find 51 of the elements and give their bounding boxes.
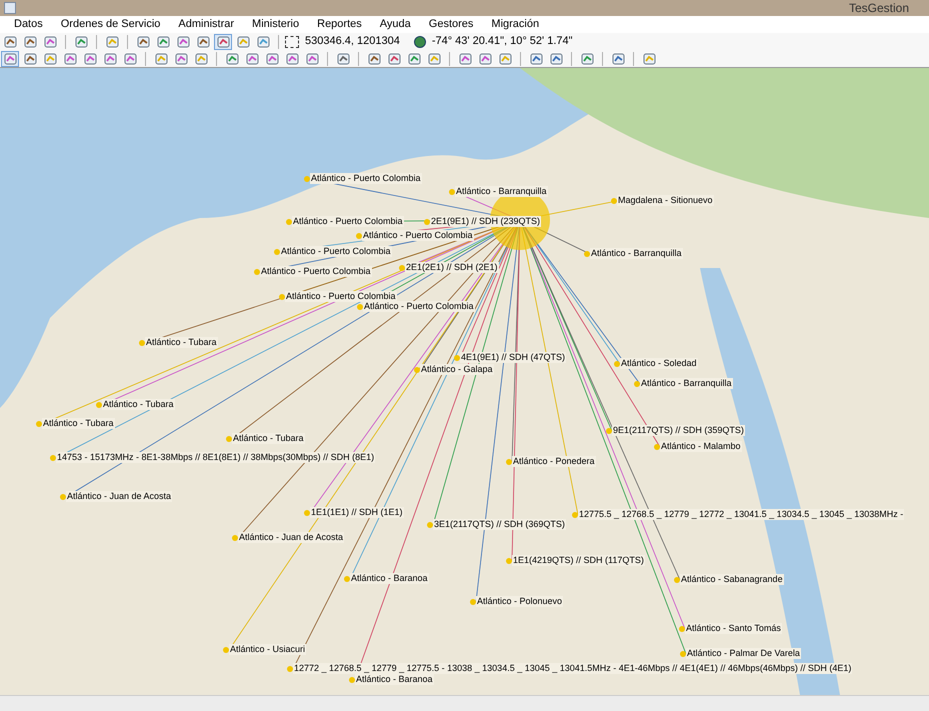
map-label: 12772 _ 12768.5 _ 12779 _ 12775.5 - 13038 _ 13034.5 _ 13045 _ 13041.5MHz - 4E1-46Mbps // 4E1(4E1) // 46Mbps(46Mbps) // SDH (4E1) (293, 663, 852, 674)
menu-item[interactable]: Ayuda (380, 16, 411, 33)
map-label: 2E1(2E1) // SDH (2E1) (405, 262, 499, 273)
map-label: 12775.5 _ 12768.5 _ 12779 _ 12772 _ 13041.5 _ 13034.5 _ 13045 _ 13038MHz - (578, 509, 904, 520)
map-label: Atlántico - Sabanagrande (680, 574, 784, 585)
map-label: 4E1(9E1) // SDH (47QTS) (460, 352, 566, 363)
map-label: Atlántico - Puerto Colombia (292, 216, 404, 227)
map-label: 3E1(2117QTS) // SDH (369QTS) (433, 519, 566, 530)
map-label: Atlántico - Usiacuri (229, 644, 306, 655)
map-label: Atlántico - Tubara (102, 399, 175, 410)
menu-item[interactable]: Datos (14, 16, 43, 33)
menu-item[interactable]: Ministerio (252, 16, 300, 33)
map-label: Atlántico - Juan de Acosta (66, 491, 172, 502)
map-label: Atlántico - Malambo (660, 441, 742, 452)
map-label: Atlántico - Santo Tomás (685, 623, 782, 634)
menu-item[interactable]: Migración (491, 16, 540, 33)
map-label: 1E1(4219QTS) // SDH (117QTS) (512, 555, 645, 566)
menu-item[interactable]: Reportes (317, 16, 362, 33)
map-label: 1E1(1E1) // SDH (1E1) (310, 507, 404, 518)
map-label: Atlántico - Tubara (42, 418, 115, 429)
map-label: Atlántico - Juan de Acosta (238, 532, 344, 543)
map-label: Atlántico - Puerto Colombia (362, 230, 474, 241)
map-label: Atlántico - Baranoa (350, 573, 429, 584)
map-label: Atlántico - Tubara (145, 337, 218, 348)
map-label: Atlántico - Puerto Colombia (310, 173, 422, 184)
map-label: Atlántico - Barranquilla (590, 248, 683, 259)
map-label: Atlántico - Barranquilla (455, 186, 548, 197)
geo-coordinates-text: -74° 43' 20.41", 10° 52' 1.74" (432, 34, 573, 50)
coordinates-text: 530346.4, 1201304 (305, 34, 400, 50)
map-label: 2E1(9E1) // SDH (239QTS) (430, 216, 542, 227)
map-label: Atlántico - Baranoa (355, 674, 434, 685)
map-label: Atlántico - Barranquilla (640, 378, 733, 389)
map-label: Atlántico - Polonuevo (476, 596, 564, 607)
menu-item[interactable]: Gestores (428, 16, 474, 33)
menu-item[interactable]: Administrar (178, 16, 234, 33)
menu-item[interactable]: Ordenes de Servicio (60, 16, 160, 33)
app-icon (4, 2, 16, 14)
map-label: Atlántico - Puerto Colombia (363, 301, 475, 312)
map-label: Magdalena - Sitionuevo (617, 195, 714, 206)
map-label: Atlántico - Puerto Colombia (280, 246, 392, 257)
map-label: Atlántico - Galapa (420, 364, 494, 375)
map-label: Atlántico - Soledad (620, 358, 698, 369)
map-label: Atlántico - Palmar De Varela (686, 648, 801, 659)
map-label: Atlántico - Tubara (232, 433, 305, 444)
map-label: 14753 - 15173MHz - 8E1-38Mbps // 8E1(8E1) // 38Mbps(30Mbps) // SDH (8E1) (56, 452, 376, 463)
map-label: Atlántico - Puerto Colombia (285, 291, 397, 302)
map-label: Atlántico - Puerto Colombia (260, 266, 372, 277)
map-label: Atlántico - Ponedera (512, 456, 596, 467)
map-label: 9E1(2117QTS) // SDH (359QTS) (612, 425, 745, 436)
extent-icon (285, 36, 299, 48)
window-title: TesGestion (848, 0, 909, 17)
